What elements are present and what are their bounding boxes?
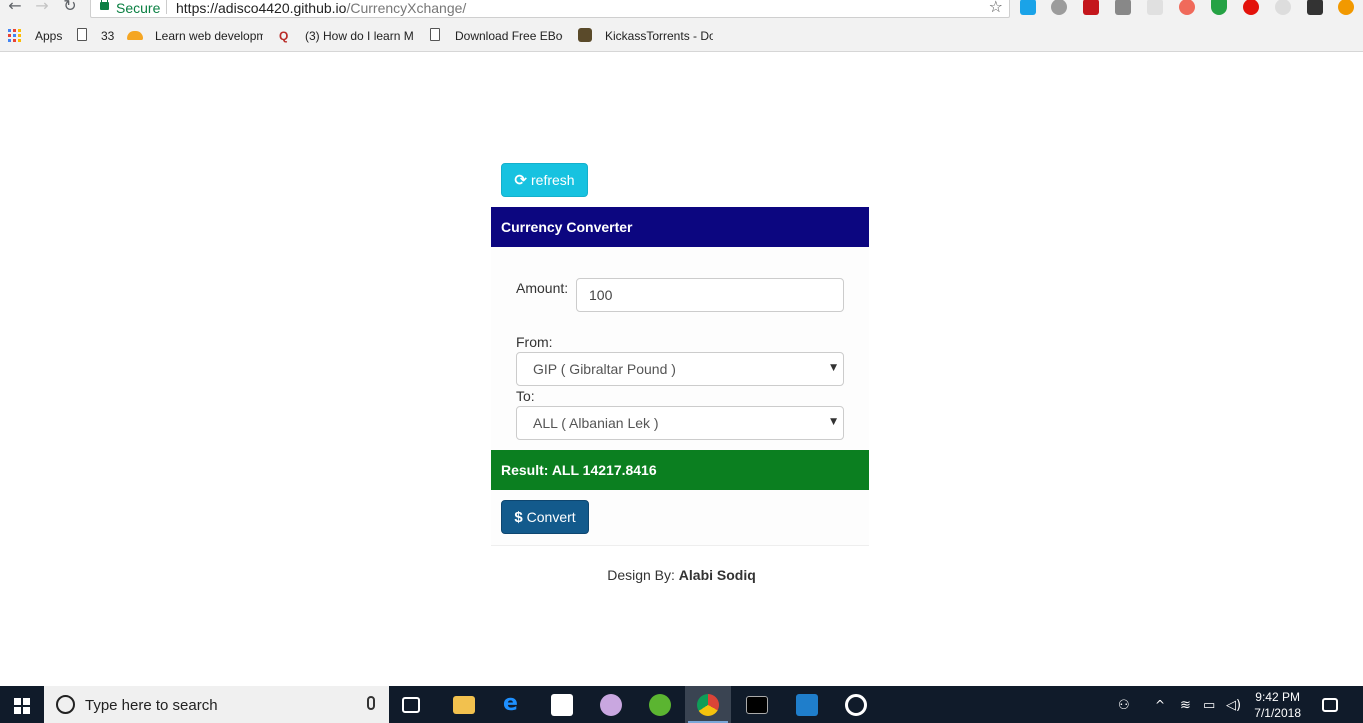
system-clock[interactable]: 9:42 PM 7/1/2018 [1254, 689, 1301, 721]
apps-grid-icon[interactable] [8, 29, 21, 42]
windows-taskbar: Type here to search e ⚇ ^ ≋ ▭ ◁) 9:42 PM… [0, 686, 1363, 723]
cloud-icon [127, 31, 143, 40]
url-path: /CurrencyXchange/ [346, 0, 467, 16]
file-explorer-icon[interactable] [453, 696, 475, 714]
cortana-icon [56, 695, 75, 714]
to-currency-select[interactable]: ALL ( Albanian Lek ) ▼ [516, 406, 844, 440]
edge-browser-icon[interactable]: e [503, 691, 525, 716]
chevron-up-icon[interactable]: ^ [1155, 698, 1165, 712]
extension-icon-1[interactable] [1020, 0, 1036, 15]
terminal-icon[interactable] [746, 696, 768, 714]
shield-extension-icon[interactable] [1211, 0, 1227, 15]
lock-icon [100, 0, 109, 10]
convert-button[interactable]: $ Convert [501, 500, 589, 534]
microphone-icon[interactable] [367, 696, 375, 710]
bookmark-apps[interactable]: Apps [35, 29, 62, 43]
back-arrow-icon[interactable]: ← [6, 0, 24, 14]
footer-author: Alabi Sodiq [678, 567, 756, 583]
volume-icon[interactable]: ◁) [1226, 698, 1241, 713]
chrome-icon[interactable] [697, 694, 719, 716]
address-bar-row: ← → ↻ Secure https://adisco4420.github.i… [0, 0, 1363, 22]
quora-icon: Q [279, 29, 289, 43]
alert-icon[interactable] [1338, 0, 1354, 15]
extension-icon-8[interactable] [1243, 0, 1259, 15]
people-icon[interactable]: ⚇ [1118, 698, 1130, 713]
bookmark-download-ebooks[interactable]: Download Free EBoo [455, 29, 563, 43]
store-icon[interactable] [551, 694, 573, 716]
forward-arrow-icon[interactable]: → [33, 0, 51, 14]
footer-credit: Design By: Alabi Sodiq [0, 567, 1363, 583]
page-content: ⟳ refresh Currency Converter Amount: Fro… [0, 52, 1363, 686]
bookmark-kickasstorrents[interactable]: KickassTorrents - Do [605, 29, 713, 43]
paint-icon[interactable] [600, 694, 622, 716]
panel-title: Currency Converter [491, 207, 869, 247]
battery-icon[interactable]: ▭ [1203, 698, 1215, 713]
secure-label: Secure [116, 0, 161, 16]
converter-panel: Currency Converter Amount: From: GIP ( G… [491, 207, 869, 546]
windows-start-icon[interactable] [14, 698, 30, 714]
to-currency-value: ALL ( Albanian Lek ) [533, 415, 659, 431]
chevron-down-icon: ▼ [830, 417, 837, 427]
refresh-button[interactable]: ⟳ refresh [501, 163, 588, 197]
footer-prefix: Design By: [607, 567, 675, 583]
omnibox[interactable]: Secure https://adisco4420.github.io/Curr… [90, 0, 1010, 18]
chevron-down-icon: ▼ [830, 363, 837, 373]
search-placeholder: Type here to search [85, 697, 218, 714]
extension-icon-3[interactable] [1083, 0, 1099, 15]
task-view-icon[interactable] [402, 697, 420, 713]
app-ring-icon[interactable] [845, 694, 867, 716]
page-icon [430, 28, 440, 41]
extension-icon-9[interactable] [1275, 0, 1291, 15]
from-currency-value: GIP ( Gibraltar Pound ) [533, 361, 676, 377]
extension-icon-5[interactable] [1147, 0, 1163, 15]
taskbar-search-box[interactable]: Type here to search [44, 686, 389, 723]
bookmark-learn-web[interactable]: Learn web developm [155, 29, 263, 43]
to-label: To: [516, 388, 535, 404]
bookmark-star-icon[interactable]: ☆ [989, 0, 1003, 16]
refresh-icon: ⟳ [514, 171, 527, 189]
reload-icon[interactable]: ↻ [61, 0, 79, 14]
result-bar: Result: ALL 14217.8416 [491, 450, 869, 490]
clock-date: 7/1/2018 [1254, 706, 1301, 720]
extension-icon-6[interactable] [1179, 0, 1195, 15]
from-label: From: [516, 334, 553, 350]
dollar-icon: $ [514, 508, 523, 526]
page-icon [77, 28, 87, 41]
clock-time: 9:42 PM [1255, 690, 1300, 704]
bookmark-33[interactable]: 33 [101, 29, 114, 43]
omnibox-separator [166, 0, 167, 14]
convert-label: Convert [526, 509, 576, 525]
amount-label: Amount: [516, 280, 569, 296]
camera-extension-icon[interactable] [1115, 0, 1131, 15]
vscode-icon[interactable] [796, 694, 818, 716]
graduation-cap-icon[interactable] [1307, 0, 1323, 15]
amount-input[interactable] [576, 278, 844, 312]
kickass-icon [578, 28, 592, 42]
url-text[interactable]: https://adisco4420.github.io/CurrencyXch… [176, 0, 466, 16]
utorrent-icon[interactable] [649, 694, 671, 716]
refresh-label: refresh [531, 172, 575, 188]
bookmark-how-do-i-learn[interactable]: (3) How do I learn M [305, 29, 413, 43]
extension-icon-2[interactable] [1051, 0, 1067, 15]
url-host: https://adisco4420.github.io [176, 0, 347, 16]
from-currency-select[interactable]: GIP ( Gibraltar Pound ) ▼ [516, 352, 844, 386]
notifications-icon[interactable] [1322, 698, 1338, 712]
bookmarks-bar: Apps 33 Learn web developm Q (3) How do … [0, 22, 1363, 52]
wifi-icon[interactable]: ≋ [1180, 698, 1191, 713]
